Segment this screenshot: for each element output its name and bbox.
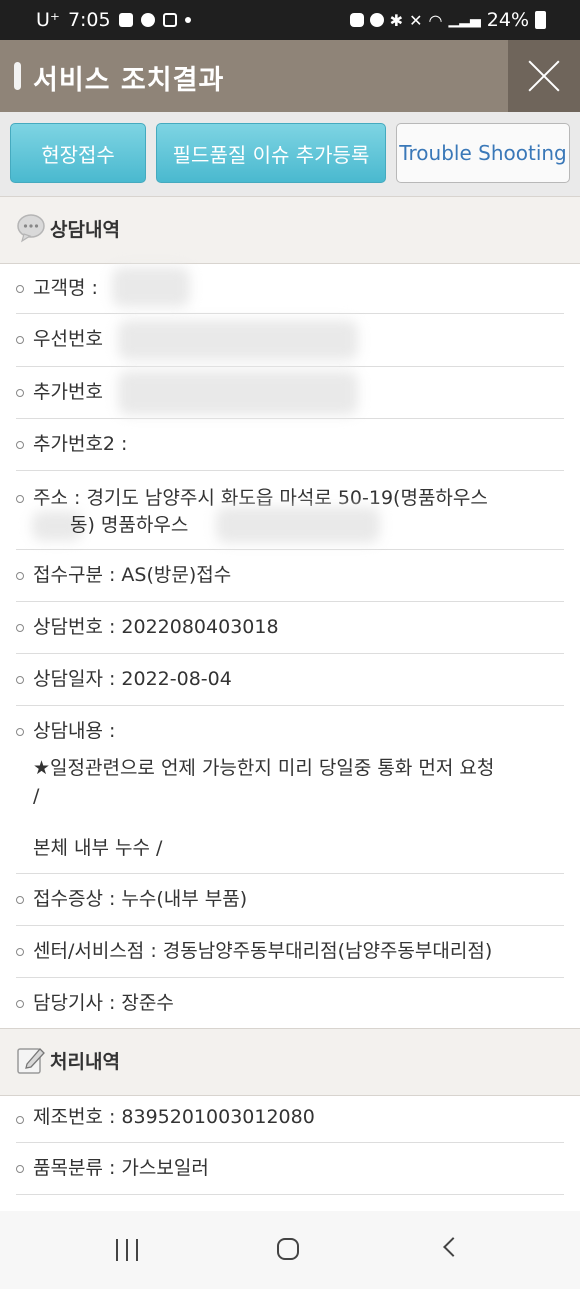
consult-content-label: 상담내용 : <box>33 720 116 742</box>
process-section-header: 처리내역 <box>0 1028 580 1096</box>
field-quality-issue-button[interactable]: 필드품질 이슈 추가등록 <box>156 123 386 183</box>
bullet-icon <box>16 1000 24 1008</box>
row-consult-date: 상담일자 : 2022-08-04 <box>16 654 564 706</box>
customer-name-label: 고객명 : <box>33 277 98 299</box>
title-accent-bar <box>14 62 21 90</box>
consult-section-header: 상담내역 <box>0 196 580 264</box>
status-left: U⁺ 7:05 <box>36 9 191 31</box>
consult-content-line2: / <box>33 785 40 807</box>
lock-icon <box>349 13 364 27</box>
receipt-type-text: 접수구분 : AS(방문)접수 <box>33 564 232 586</box>
wifi-icon: ◠ <box>428 10 443 30</box>
status-right: ✱ ✕ ◠ ▁▂▄ 24% <box>349 9 546 31</box>
clock: 7:05 <box>67 9 111 31</box>
trouble-shooting-button[interactable]: Trouble Shooting <box>396 123 570 183</box>
battery-icon <box>535 11 546 29</box>
home-button[interactable] <box>277 1238 299 1260</box>
row-address: 주소 : 경기도 남양주시 화도읍 마석로 50-19(명품하우스 동) 명품하… <box>16 471 564 550</box>
close-button[interactable] <box>508 40 580 112</box>
redacted-extra-number <box>118 371 358 415</box>
shield-icon <box>118 13 133 27</box>
bullet-icon <box>16 441 24 449</box>
row-consult-number: 상담번호 : 2022080403018 <box>16 602 564 654</box>
serial-number-text: 제조번호 : 8395201003012080 <box>33 1106 315 1128</box>
bullet-icon <box>16 336 24 344</box>
alarm-icon <box>369 13 384 27</box>
row-customer-name: 고객명 : <box>16 263 564 314</box>
bullet-icon <box>16 896 24 904</box>
bullet-icon <box>16 572 24 580</box>
row-receipt-type: 접수구분 : AS(방문)접수 <box>16 550 564 602</box>
mute-icon: ✕ <box>409 10 423 30</box>
voicemail-icon <box>162 13 177 27</box>
title-bar: 서비스 조치결과 <box>0 40 580 112</box>
cloud-icon <box>140 13 155 27</box>
battery-percent: 24% <box>486 9 529 31</box>
bullet-icon <box>16 676 24 684</box>
action-button-row: 현장접수 필드품질 이슈 추가등록 Trouble Shooting <box>0 112 580 198</box>
row-engineer: 담당기사 : 장준수 <box>16 978 564 1028</box>
row-serial-number: 제조번호 : 8395201003012080 <box>16 1094 564 1143</box>
row-extra-number: 추가번호 <box>16 367 564 419</box>
process-section-title: 처리내역 <box>50 1051 120 1073</box>
speech-bubble-icon <box>17 214 45 243</box>
field-receipt-button[interactable]: 현장접수 <box>10 123 146 183</box>
redacted-address-part2 <box>216 507 380 543</box>
system-nav-bar <box>0 1211 580 1289</box>
bullet-icon <box>16 948 24 956</box>
receipt-symptom-text: 접수증상 : 누수(내부 부품) <box>33 888 248 910</box>
row-extra-number2: 추가번호2 : <box>16 419 564 471</box>
row-consult-content: 상담내용 : ★일정관련으로 언제 가능한지 미리 당일중 통화 먼저 요청 /… <box>16 706 564 874</box>
engineer-text: 담당기사 : 장준수 <box>33 992 174 1014</box>
recent-apps-button[interactable] <box>116 1239 138 1261</box>
row-service-center: 센터/서비스점 : 경동남양주동부대리점(남양주동부대리점) <box>16 926 564 978</box>
row-priority-number: 우선번호 <box>16 314 564 367</box>
bullet-icon <box>16 728 24 736</box>
consult-content-line3: 본체 내부 누수 / <box>33 837 163 859</box>
notification-dot-icon <box>184 17 191 23</box>
back-button[interactable] <box>443 1237 463 1257</box>
address-line2: 동) 명품하우스 <box>70 514 189 536</box>
bullet-icon <box>16 495 24 503</box>
extra-number-label: 추가번호 <box>33 381 103 403</box>
carrier-label: U⁺ <box>36 9 60 31</box>
row-receipt-symptom: 접수증상 : 누수(내부 부품) <box>16 874 564 926</box>
redacted-customer-name <box>112 267 190 307</box>
edit-note-icon <box>17 1048 45 1074</box>
bluetooth-icon: ✱ <box>389 10 404 30</box>
status-bar: U⁺ 7:05 ✱ ✕ ◠ ▁▂▄ 24% <box>0 0 580 40</box>
page-title: 서비스 조치결과 <box>33 65 225 96</box>
bullet-icon <box>16 389 24 397</box>
bullet-icon <box>16 1165 24 1173</box>
redacted-priority-number <box>118 320 358 360</box>
service-center-text: 센터/서비스점 : 경동남양주동부대리점(남양주동부대리점) <box>33 940 493 962</box>
bullet-icon <box>16 285 24 293</box>
consult-section-title: 상담내역 <box>50 219 120 241</box>
row-product-category: 품목분류 : 가스보일러 <box>16 1143 564 1195</box>
bullet-icon <box>16 1116 24 1124</box>
consult-number-text: 상담번호 : 2022080403018 <box>33 616 279 638</box>
extra-number2-label: 추가번호2 : <box>33 433 128 455</box>
consult-content-line1: ★일정관련으로 언제 가능한지 미리 당일중 통화 먼저 요청 <box>33 757 495 779</box>
close-icon <box>527 59 561 93</box>
priority-number-label: 우선번호 <box>33 328 103 350</box>
signal-icon: ▁▂▄ <box>448 12 481 28</box>
bullet-icon <box>16 624 24 632</box>
product-category-text: 품목분류 : 가스보일러 <box>33 1157 209 1179</box>
consult-date-text: 상담일자 : 2022-08-04 <box>33 668 232 690</box>
